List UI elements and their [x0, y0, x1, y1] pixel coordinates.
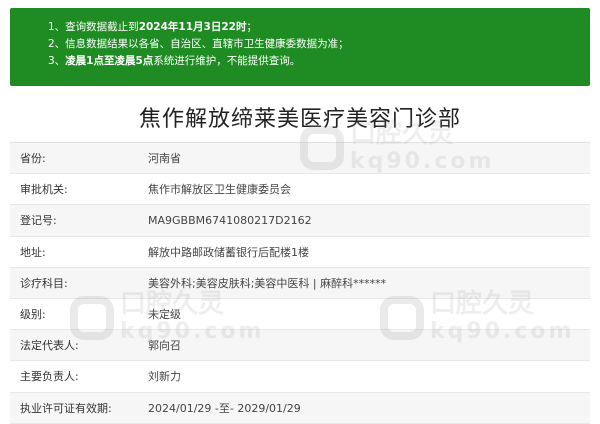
table-row-province: 省份: 河南省 — [10, 143, 590, 175]
row-value: 郭向召 — [148, 339, 181, 353]
row-label: 登记号: — [20, 214, 57, 228]
row-value: 未定级 — [148, 308, 181, 322]
notice-line-3-suffix: 系统进行维护，不能提供查询。 — [153, 55, 301, 67]
table-row-level: 级别: 未定级 — [10, 298, 590, 331]
notice-line-1-prefix: 1、查询数据截止到 — [48, 21, 139, 33]
row-value: 美容外科;美容皮肤科;美容中医科 | 麻醉科****** — [148, 276, 387, 290]
notice-line-3-hours: 凌晨1点至凌晨5点 — [65, 55, 154, 67]
notice-line-3-prefix: 3、 — [48, 55, 66, 67]
notice-banner: 1、查询数据截止到2024年11月3日22时； 2、信息数据结果以各省、自治区、… — [10, 8, 590, 86]
row-label: 省份: — [20, 152, 46, 166]
table-row-legal-representative: 法定代表人: 郭向召 — [10, 330, 590, 362]
table-row-license-validity: 执业许可证有效期: 2024/01/29 -至- 2029/01/29 — [10, 392, 590, 424]
row-label: 审批机关: — [20, 183, 68, 197]
info-table: 省份: 河南省 审批机关: 焦作市解放区卫生健康委员会 登记号: MA9GBBM… — [10, 142, 590, 424]
row-value: 刘新力 — [148, 370, 181, 384]
row-label: 级别: — [20, 308, 46, 322]
row-value: 2024/01/29 -至- 2029/01/29 — [148, 401, 301, 415]
table-row-departments: 诊疗科目: 美容外科;美容皮肤科;美容中医科 | 麻醉科****** — [10, 267, 590, 299]
table-row-address: 地址: 解放中路邮政储蓄银行后配楼1楼 — [10, 236, 590, 268]
notice-line-1-date: 2024年11月3日22时 — [138, 21, 247, 33]
row-label: 诊疗科目: — [20, 276, 68, 290]
row-label: 地址: — [20, 245, 46, 259]
table-row-approval-authority: 审批机关: 焦作市解放区卫生健康委员会 — [10, 174, 590, 206]
page-title: 焦作解放缔莱美医疗美容门诊部 — [138, 107, 461, 132]
table-row-registration-number: 登记号: MA9GBBM6741080217D2162 — [10, 205, 590, 237]
row-value: MA9GBBM6741080217D2162 — [148, 213, 312, 227]
table-row-principal: 主要负责人: 刘新力 — [10, 361, 590, 393]
row-value: 河南省 — [148, 152, 181, 166]
row-label: 主要负责人: — [20, 370, 79, 384]
row-label: 执业许可证有效期: — [20, 401, 112, 415]
notice-line-3: 3、凌晨1点至凌晨5点系统进行维护，不能提供查询。 — [48, 53, 590, 70]
notice-line-2: 2、信息数据结果以各省、自治区、直辖市卫生健康委数据为准； — [48, 38, 349, 50]
row-value: 解放中路邮政储蓄银行后配楼1楼 — [148, 245, 309, 259]
notice-line-1: 1、查询数据截止到2024年11月3日22时； — [48, 19, 590, 36]
row-label: 法定代表人: — [20, 339, 79, 353]
row-value: 焦作市解放区卫生健康委员会 — [148, 183, 291, 197]
notice-line-1-suffix: ； — [246, 21, 257, 33]
